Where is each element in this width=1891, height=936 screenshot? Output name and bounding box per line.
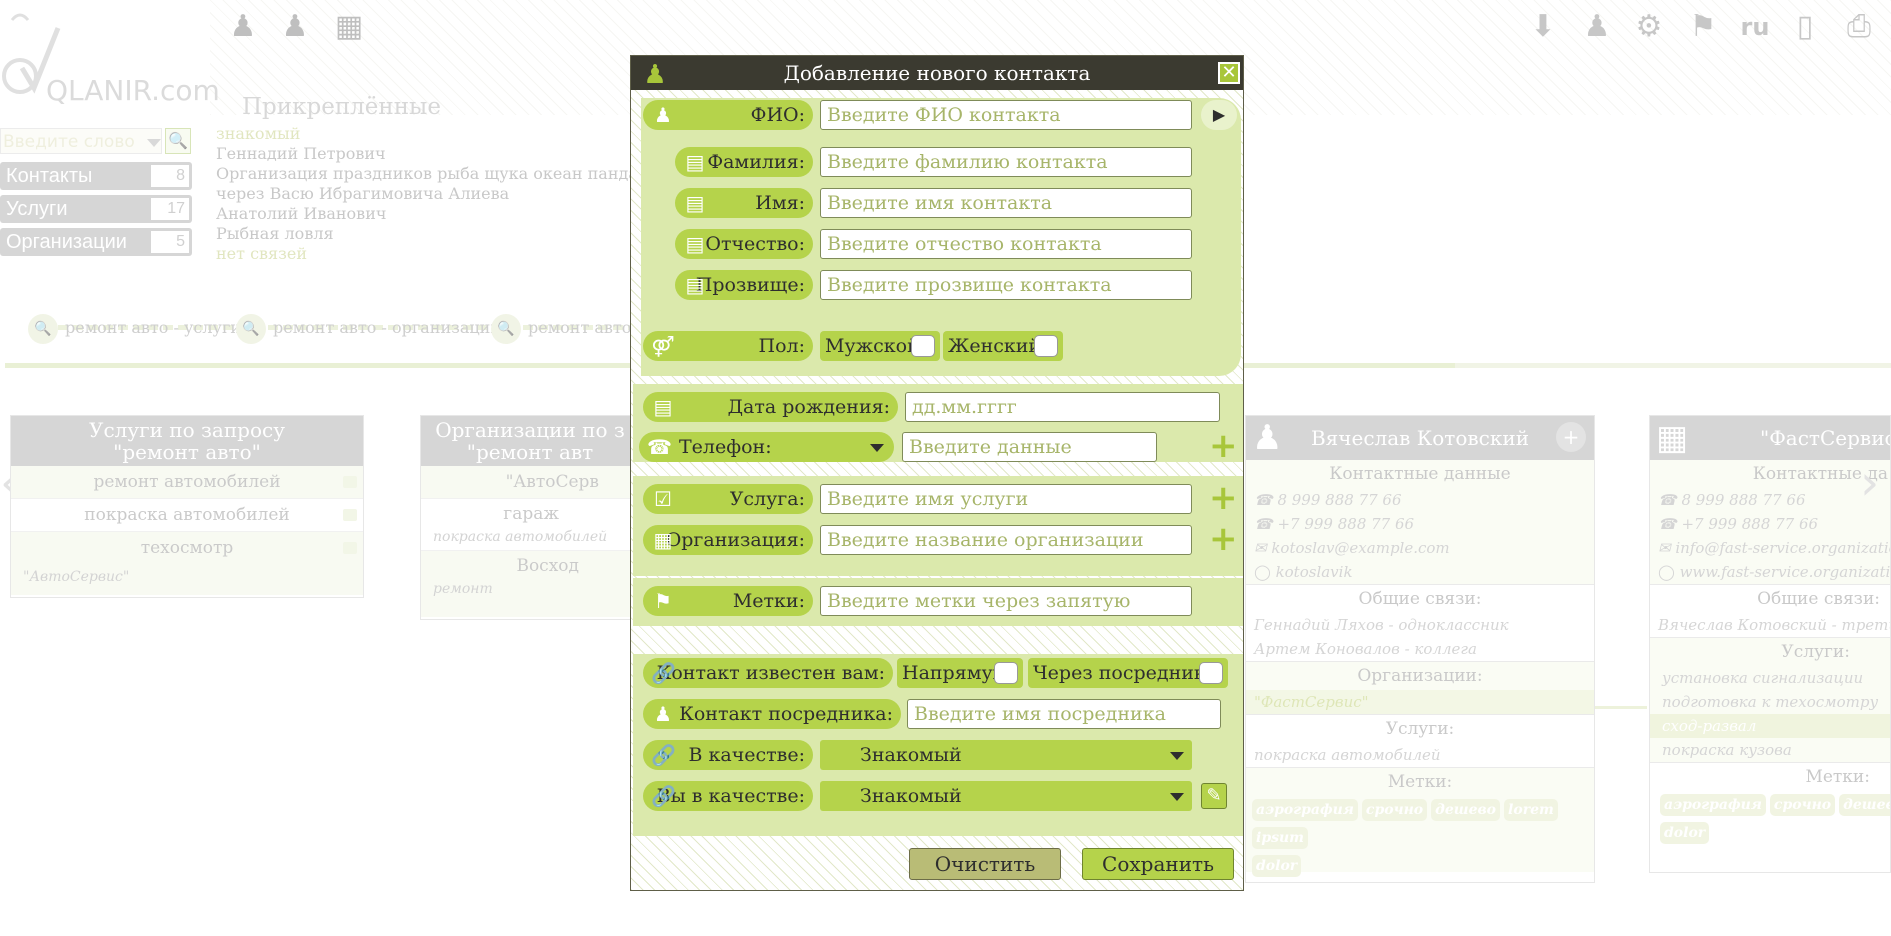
firstname-label-text: Имя:: [755, 192, 805, 214]
organization-label: ▦ Организация:: [643, 525, 813, 555]
fio-input[interactable]: Введите ФИО контакта: [820, 100, 1192, 130]
via-label: Через посредника: [1033, 662, 1218, 684]
mediator-field[interactable]: Введите имя посредника: [907, 699, 1221, 729]
birthdate-label-text: Дата рождения:: [727, 396, 890, 418]
phone-field[interactable]: Введите данные: [902, 432, 1157, 462]
nickname-label-text: Прозвище:: [695, 274, 805, 296]
you-as-label-text: Вы в качестве:: [656, 785, 805, 807]
expand-arrow-icon[interactable]: ▶: [1201, 100, 1237, 130]
organization-field[interactable]: Введите название организации: [820, 525, 1192, 555]
fio-label-text: ФИО:: [750, 104, 805, 126]
service-field[interactable]: Введите имя услуги: [820, 484, 1192, 514]
calendar-icon: ▤: [653, 395, 673, 419]
save-button[interactable]: Сохранить: [1082, 848, 1234, 880]
chevron-down-icon: [870, 444, 884, 452]
you-as-select-value: Знакомый: [860, 785, 962, 807]
checkbox-box[interactable]: [1199, 662, 1223, 684]
you-as-select[interactable]: Знакомый: [820, 781, 1192, 811]
link-icon: 🔗: [651, 784, 676, 808]
mediator-label: ♟ Контакт посредника:: [643, 699, 901, 729]
tags-label: ⚑ Метки:: [643, 586, 813, 616]
close-icon[interactable]: ✕: [1218, 62, 1240, 84]
add-phone-icon[interactable]: +: [1209, 429, 1238, 463]
female-checkbox[interactable]: Женский: [943, 331, 1063, 361]
patronymic-label: ▤ Отчество:: [675, 229, 813, 259]
mediator-label-text: Контакт посредника:: [679, 703, 893, 725]
person-icon: ♟: [654, 702, 672, 726]
add-contact-dialog: ♟ Добавление нового контакта ✕ ♟ ФИО: Вве…: [630, 55, 1244, 891]
clipboard-icon: ▤: [685, 232, 705, 256]
as-select-value: Знакомый: [860, 744, 962, 766]
dialog-title-bar: ♟ Добавление нового контакта ✕: [631, 56, 1243, 90]
firstname-field[interactable]: Введите имя контакта: [820, 188, 1192, 218]
via-mediator-checkbox[interactable]: Через посредника: [1028, 658, 1228, 688]
direct-checkbox[interactable]: Напрямую: [897, 658, 1023, 688]
known-label-text: Контакт известен вам:: [656, 662, 885, 684]
service-label: ☑ Услуга:: [643, 484, 813, 514]
tags-label-text: Метки:: [732, 590, 805, 612]
clipboard-icon: ▤: [685, 191, 705, 215]
surname-label-text: Фамилия:: [707, 151, 805, 173]
male-label: Мужской: [825, 335, 920, 357]
gender-label-text: Пол:: [758, 335, 805, 357]
patronymic-field[interactable]: Введите отчество контакта: [820, 229, 1192, 259]
person-icon: ♟: [654, 103, 672, 127]
chevron-down-icon: [1170, 752, 1184, 760]
gender-label: ⚤ Пол:: [643, 331, 813, 361]
chevron-down-icon: [1170, 793, 1184, 801]
phone-label-text: Телефон:: [679, 436, 772, 458]
edit-icon[interactable]: ✎: [1201, 783, 1227, 809]
checkbox-box[interactable]: [994, 662, 1018, 684]
female-label: Женский: [948, 335, 1042, 357]
surname-field[interactable]: Введите фамилию контакта: [820, 147, 1192, 177]
add-organization-icon[interactable]: +: [1209, 522, 1238, 556]
checklist-icon: ☑: [654, 487, 672, 511]
clipboard-icon: ▤: [685, 150, 705, 174]
known-label: 🔗 Контакт известен вам:: [643, 658, 893, 688]
as-select[interactable]: Знакомый: [820, 740, 1192, 770]
birthdate-label: ▤ Дата рождения:: [643, 392, 898, 422]
add-service-icon[interactable]: +: [1209, 481, 1238, 515]
patronymic-label-text: Отчество:: [705, 233, 805, 255]
tags-field[interactable]: Введите метки через запятую: [820, 586, 1192, 616]
nickname-field[interactable]: Введите прозвище контакта: [820, 270, 1192, 300]
clipboard-icon: ▤: [685, 273, 705, 297]
as-label: 🔗 В качестве:: [643, 740, 813, 770]
clear-button[interactable]: Очистить: [909, 848, 1061, 880]
service-label-text: Услуга:: [729, 488, 805, 510]
checkbox-box[interactable]: [1034, 335, 1058, 357]
gender-icon: ⚤: [651, 334, 675, 358]
link-icon: 🔗: [651, 661, 676, 685]
nickname-label: ▤ Прозвище:: [675, 270, 813, 300]
male-checkbox[interactable]: Мужской: [820, 331, 940, 361]
phone-type-select[interactable]: ☎ Телефон:: [639, 432, 894, 462]
building-icon: ▦: [653, 528, 673, 552]
firstname-label: ▤ Имя:: [675, 188, 813, 218]
tag-icon: ⚑: [654, 589, 672, 613]
add-contact-icon: ♟: [643, 60, 667, 90]
checkbox-box[interactable]: [911, 335, 935, 357]
fio-label: ♟ ФИО:: [643, 100, 813, 130]
organization-label-text: Организация:: [665, 529, 805, 551]
dialog-title: Добавление нового контакта: [783, 61, 1091, 85]
link-icon: 🔗: [651, 743, 676, 767]
you-as-label: 🔗 Вы в качестве:: [643, 781, 813, 811]
phone-icon: ☎: [647, 435, 672, 459]
surname-label: ▤ Фамилия:: [675, 147, 813, 177]
as-label-text: В качестве:: [688, 744, 805, 766]
birthdate-field[interactable]: дд.мм.гггг: [905, 392, 1220, 422]
